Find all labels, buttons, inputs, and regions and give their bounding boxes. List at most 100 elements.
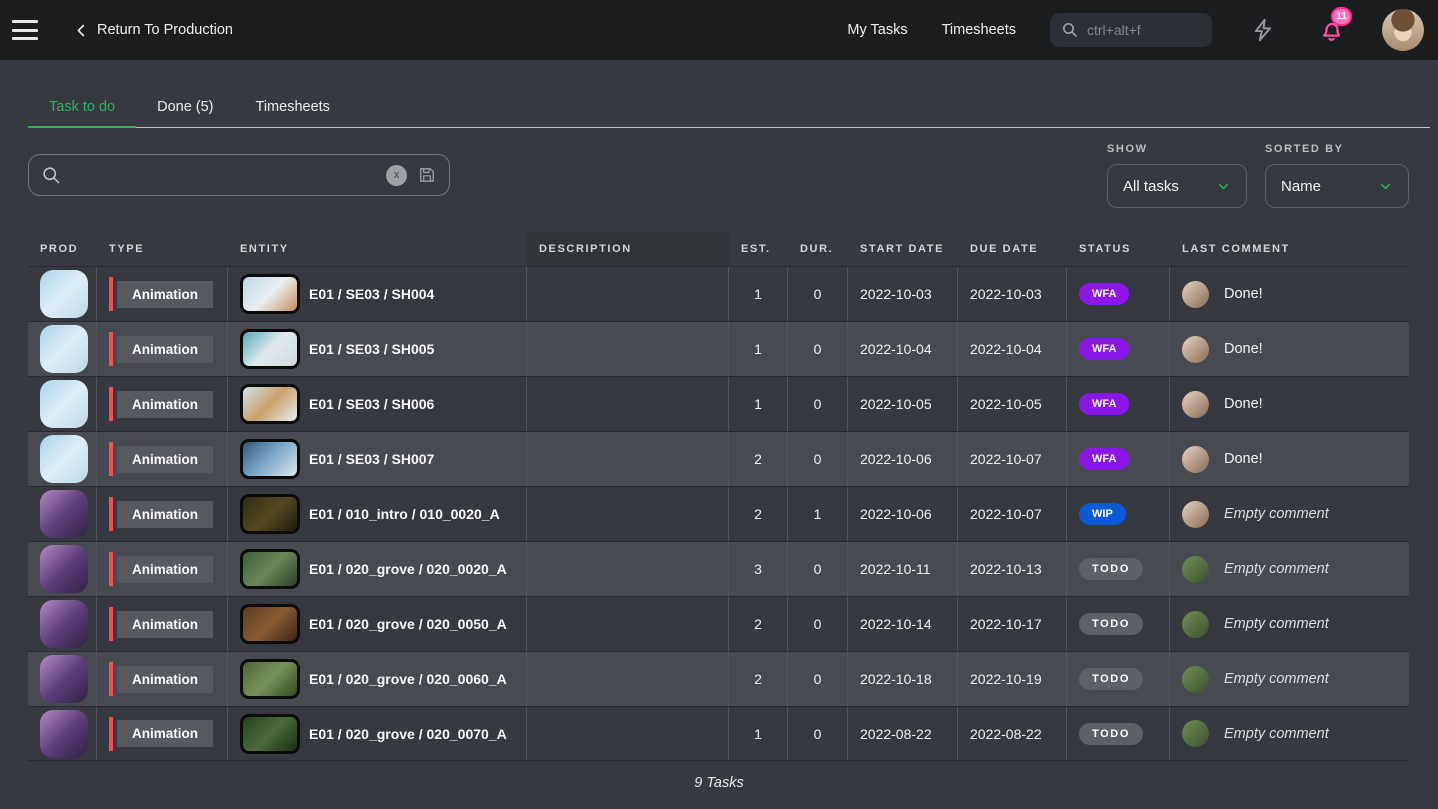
entity-name[interactable]: E01 / SE03 / SH007 (309, 451, 434, 467)
commenter-avatar[interactable] (1182, 720, 1209, 747)
commenter-avatar[interactable] (1182, 666, 1209, 693)
table-row[interactable]: Animation E01 / 010_intro / 010_0020_A 2… (28, 486, 1409, 541)
menu-icon[interactable] (12, 20, 38, 40)
entity-cell[interactable]: E01 / 010_intro / 010_0020_A (228, 487, 527, 541)
save-filter-icon[interactable] (417, 165, 437, 185)
table-row[interactable]: Animation E01 / 020_grove / 020_0060_A 2… (28, 651, 1409, 706)
back-to-production-link[interactable]: Return To Production (74, 22, 233, 38)
status-badge[interactable]: TODO (1079, 558, 1143, 580)
table-row[interactable]: Animation E01 / 020_grove / 020_0070_A 1… (28, 706, 1409, 761)
commenter-avatar[interactable] (1182, 611, 1209, 638)
production-avatar[interactable] (40, 490, 88, 538)
search-icon (1061, 21, 1079, 39)
entity-cell[interactable]: E01 / 020_grove / 020_0020_A (228, 542, 527, 596)
production-avatar[interactable] (40, 435, 88, 483)
shot-thumbnail[interactable] (240, 494, 300, 534)
status-badge[interactable]: WIP (1079, 503, 1126, 525)
status-badge[interactable]: WFA (1079, 338, 1129, 360)
nav-my-tasks[interactable]: My Tasks (847, 22, 907, 38)
sorted-by-select[interactable]: Name (1265, 164, 1409, 208)
column-header-dur: DUR. (788, 232, 848, 266)
entity-name[interactable]: E01 / 020_grove / 020_0050_A (309, 616, 507, 632)
commenter-avatar[interactable] (1182, 446, 1209, 473)
description-cell (527, 652, 729, 706)
entity-cell[interactable]: E01 / 020_grove / 020_0050_A (228, 597, 527, 651)
chevron-left-icon (74, 23, 89, 38)
commenter-avatar[interactable] (1182, 556, 1209, 583)
description-cell (527, 597, 729, 651)
task-type-label: Animation (117, 501, 213, 528)
last-comment-cell[interactable]: Done! (1170, 432, 1409, 486)
entity-name[interactable]: E01 / 020_grove / 020_0020_A (309, 561, 507, 577)
status-badge[interactable]: WFA (1079, 283, 1129, 305)
last-comment-cell[interactable]: Done! (1170, 322, 1409, 376)
task-filter-search[interactable]: x (28, 154, 450, 196)
global-search[interactable] (1050, 13, 1212, 47)
entity-cell[interactable]: E01 / SE03 / SH004 (228, 267, 527, 321)
shot-thumbnail[interactable] (240, 329, 300, 369)
commenter-avatar[interactable] (1182, 336, 1209, 363)
entity-name[interactable]: E01 / 020_grove / 020_0070_A (309, 726, 507, 742)
tab-timesheets[interactable]: Timesheets (235, 90, 351, 127)
type-cell: Animation (97, 377, 228, 431)
entity-cell[interactable]: E01 / 020_grove / 020_0070_A (228, 707, 527, 760)
commenter-avatar[interactable] (1182, 501, 1209, 528)
quick-actions-button[interactable] (1246, 13, 1280, 47)
entity-name[interactable]: E01 / SE03 / SH006 (309, 396, 434, 412)
entity-cell[interactable]: E01 / SE03 / SH005 (228, 322, 527, 376)
production-avatar[interactable] (40, 655, 88, 703)
last-comment-cell[interactable]: Empty comment (1170, 652, 1409, 706)
shot-thumbnail[interactable] (240, 659, 300, 699)
entity-name[interactable]: E01 / SE03 / SH004 (309, 286, 434, 302)
table-row[interactable]: Animation E01 / SE03 / SH004 1 0 2022-10… (28, 266, 1409, 321)
commenter-avatar[interactable] (1182, 281, 1209, 308)
production-avatar[interactable] (40, 270, 88, 318)
notification-count-badge[interactable]: 11 (1331, 7, 1352, 26)
task-table-body: Animation E01 / SE03 / SH004 1 0 2022-10… (28, 266, 1409, 761)
last-comment-cell[interactable]: Done! (1170, 267, 1409, 321)
table-row[interactable]: Animation E01 / 020_grove / 020_0020_A 3… (28, 541, 1409, 596)
last-comment-cell[interactable]: Empty comment (1170, 487, 1409, 541)
entity-cell[interactable]: E01 / 020_grove / 020_0060_A (228, 652, 527, 706)
last-comment-cell[interactable]: Empty comment (1170, 542, 1409, 596)
clear-filter-button[interactable]: x (386, 165, 407, 186)
notifications-button[interactable]: 11 (1314, 13, 1348, 47)
shot-thumbnail[interactable] (240, 384, 300, 424)
task-filter-input[interactable] (72, 167, 376, 183)
production-avatar[interactable] (40, 600, 88, 648)
production-avatar[interactable] (40, 545, 88, 593)
status-badge[interactable]: TODO (1079, 668, 1143, 690)
shot-thumbnail[interactable] (240, 604, 300, 644)
table-row[interactable]: Animation E01 / SE03 / SH006 1 0 2022-10… (28, 376, 1409, 431)
entity-name[interactable]: E01 / 010_intro / 010_0020_A (309, 506, 500, 522)
entity-cell[interactable]: E01 / SE03 / SH006 (228, 377, 527, 431)
tab-task-to-do[interactable]: Task to do (28, 90, 136, 128)
production-avatar[interactable] (40, 380, 88, 428)
user-avatar[interactable] (1382, 9, 1424, 51)
status-badge[interactable]: TODO (1079, 723, 1143, 745)
last-comment-cell[interactable]: Empty comment (1170, 597, 1409, 651)
production-avatar[interactable] (40, 710, 88, 758)
entity-name[interactable]: E01 / SE03 / SH005 (309, 341, 434, 357)
last-comment-cell[interactable]: Done! (1170, 377, 1409, 431)
shot-thumbnail[interactable] (240, 274, 300, 314)
status-badge[interactable]: WFA (1079, 393, 1129, 415)
table-row[interactable]: Animation E01 / 020_grove / 020_0050_A 2… (28, 596, 1409, 651)
entity-name[interactable]: E01 / 020_grove / 020_0060_A (309, 671, 507, 687)
show-select[interactable]: All tasks (1107, 164, 1247, 208)
table-row[interactable]: Animation E01 / SE03 / SH005 1 0 2022-10… (28, 321, 1409, 376)
shot-thumbnail[interactable] (240, 439, 300, 479)
status-badge[interactable]: WFA (1079, 448, 1129, 470)
shot-thumbnail[interactable] (240, 714, 300, 754)
last-comment-cell[interactable]: Empty comment (1170, 707, 1409, 760)
table-row[interactable]: Animation E01 / SE03 / SH007 2 0 2022-10… (28, 431, 1409, 486)
status-badge[interactable]: TODO (1079, 613, 1143, 635)
production-avatar[interactable] (40, 325, 88, 373)
tab-done[interactable]: Done (5) (136, 90, 234, 127)
type-cell: Animation (97, 542, 228, 596)
nav-timesheets[interactable]: Timesheets (942, 22, 1016, 38)
entity-cell[interactable]: E01 / SE03 / SH007 (228, 432, 527, 486)
global-search-input[interactable] (1087, 22, 1201, 38)
commenter-avatar[interactable] (1182, 391, 1209, 418)
shot-thumbnail[interactable] (240, 549, 300, 589)
